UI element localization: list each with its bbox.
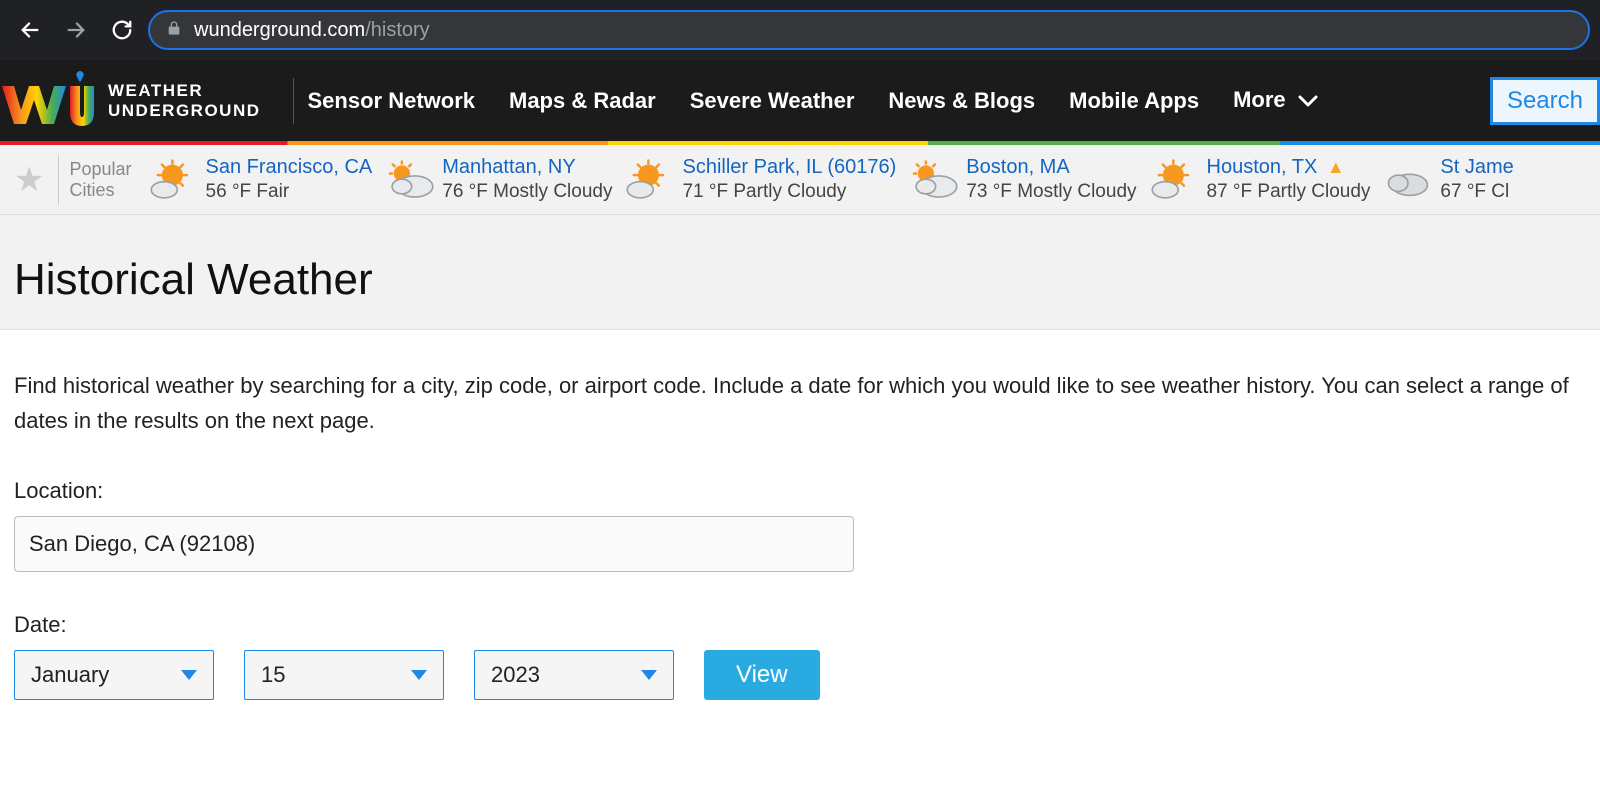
city-card[interactable]: Manhattan, NY 76 °F Mostly Cloudy	[378, 155, 618, 204]
nav-maps-radar[interactable]: Maps & Radar	[509, 88, 656, 114]
divider	[58, 155, 59, 205]
nav-news-blogs[interactable]: News & Blogs	[888, 88, 1035, 114]
intro-text: Find historical weather by searching for…	[14, 368, 1574, 438]
city-condition: 87 °F Partly Cloudy	[1207, 180, 1371, 204]
page-title: Historical Weather	[14, 255, 1600, 305]
nav-more[interactable]: More	[1233, 87, 1318, 114]
logo-text: WEATHER UNDERGROUND	[108, 81, 261, 120]
popular-cities-label: Popular Cities	[69, 159, 131, 200]
url-domain: wunderground.com	[194, 19, 365, 41]
nav-mobile-apps[interactable]: Mobile Apps	[1069, 88, 1199, 114]
nav-sensor-network[interactable]: Sensor Network	[308, 88, 476, 114]
location-label: Location:	[14, 478, 1586, 504]
location-block: Location:	[14, 478, 1586, 572]
city-card[interactable]: Houston, TX ▲87 °F Partly Cloudy	[1143, 155, 1377, 204]
city-card[interactable]: Schiller Park, IL (60176) 71 °F Partly C…	[618, 155, 902, 204]
nav-severe-weather[interactable]: Severe Weather	[690, 88, 855, 114]
search-box[interactable]: Search	[1490, 77, 1600, 125]
page-hero: Historical Weather	[0, 215, 1600, 330]
dropdown-caret-icon	[181, 670, 197, 680]
city-condition: 56 °F Fair	[206, 180, 373, 204]
dropdown-caret-icon	[411, 670, 427, 680]
year-select[interactable]: 2023	[474, 650, 674, 700]
page-content: Find historical weather by searching for…	[0, 330, 1600, 738]
city-condition: 76 °F Mostly Cloudy	[442, 180, 612, 204]
year-value: 2023	[491, 662, 540, 688]
address-bar[interactable]: wunderground.com/history	[148, 10, 1590, 50]
city-condition: 67 °F Cl	[1440, 180, 1513, 204]
city-name: Schiller Park, IL (60176)	[682, 155, 896, 180]
city-condition: 73 °F Mostly Cloudy	[966, 180, 1136, 204]
month-value: January	[31, 662, 109, 688]
browser-toolbar: wunderground.com/history	[0, 0, 1600, 60]
main-nav: Sensor Network Maps & Radar Severe Weath…	[308, 87, 1318, 114]
city-condition: 71 °F Partly Cloudy	[682, 180, 896, 204]
city-card[interactable]: St Jame 67 °F Cl	[1376, 155, 1519, 204]
divider	[293, 78, 294, 124]
location-input[interactable]	[14, 516, 854, 572]
city-name: St Jame	[1440, 155, 1513, 180]
site-header: WEATHER UNDERGROUND Sensor Network Maps …	[0, 60, 1600, 145]
city-card[interactable]: Boston, MA 73 °F Mostly Cloudy	[902, 155, 1142, 204]
forward-button[interactable]	[56, 10, 96, 50]
alert-icon: ▲	[1327, 157, 1345, 177]
city-name: Manhattan, NY	[442, 155, 612, 180]
search-label: Search	[1507, 87, 1583, 115]
city-name: Boston, MA	[966, 155, 1136, 180]
date-block: Date: January 15 2023 View	[14, 612, 1586, 700]
city-card[interactable]: San Francisco, CA 56 °F Fair	[142, 155, 379, 204]
view-button[interactable]: View	[704, 650, 820, 700]
day-select[interactable]: 15	[244, 650, 444, 700]
chevron-down-icon	[1298, 88, 1318, 114]
reload-button[interactable]	[102, 10, 142, 50]
back-button[interactable]	[10, 10, 50, 50]
lock-icon	[166, 20, 182, 41]
dropdown-caret-icon	[641, 670, 657, 680]
wu-logo-icon	[0, 70, 96, 132]
url-path: /history	[365, 19, 429, 41]
site-logo[interactable]: WEATHER UNDERGROUND	[0, 70, 279, 132]
date-label: Date:	[14, 612, 1586, 638]
day-value: 15	[261, 662, 285, 688]
city-name: San Francisco, CA	[206, 155, 373, 180]
popular-cities-strip: ★ Popular Cities San Francisco, CA 56 °F…	[0, 145, 1600, 215]
month-select[interactable]: January	[14, 650, 214, 700]
star-icon[interactable]: ★	[4, 160, 58, 200]
city-name: Houston, TX ▲	[1207, 155, 1371, 180]
